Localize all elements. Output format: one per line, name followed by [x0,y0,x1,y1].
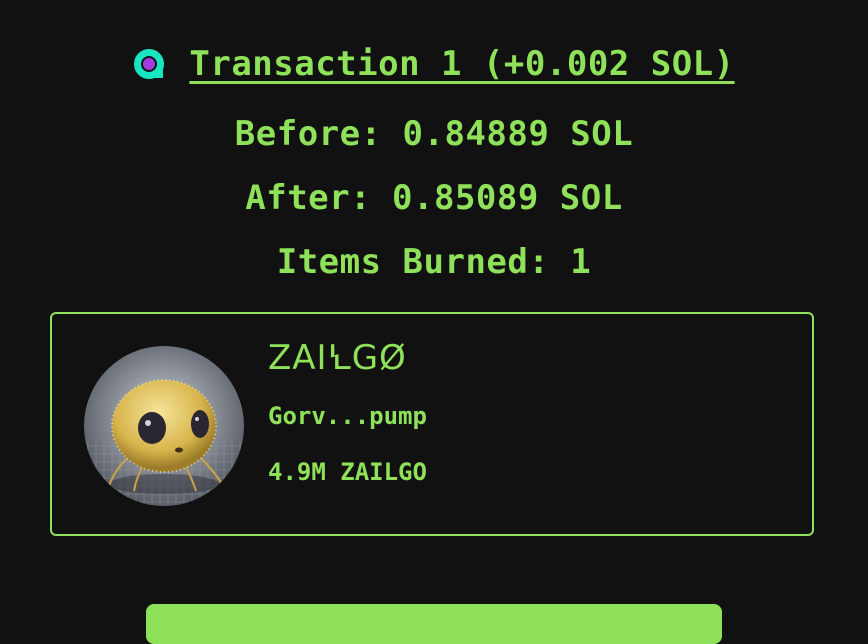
items-burned: Items Burned: 1 [276,242,592,282]
fuzzy-yellow-creature-image [84,346,244,506]
token-address[interactable]: Gorv...pump [268,402,427,430]
token-card: ZAIꝆGØ Gorv...pump 4.9M ZAILGO [50,312,814,536]
solana-explorer-icon[interactable] [133,48,165,80]
action-button[interactable] [146,604,722,644]
transaction-link[interactable]: Transaction 1 (+0.002 SOL) [189,44,734,84]
transaction-header: Transaction 1 (+0.002 SOL) [0,44,868,84]
token-amount: 4.9M ZAILGO [268,458,427,486]
balance-after: After: 0.85089 SOL [245,178,623,218]
token-avatar [84,346,244,506]
token-name: ZAIꝆGØ [268,338,407,378]
balance-before: Before: 0.84889 SOL [234,114,634,154]
